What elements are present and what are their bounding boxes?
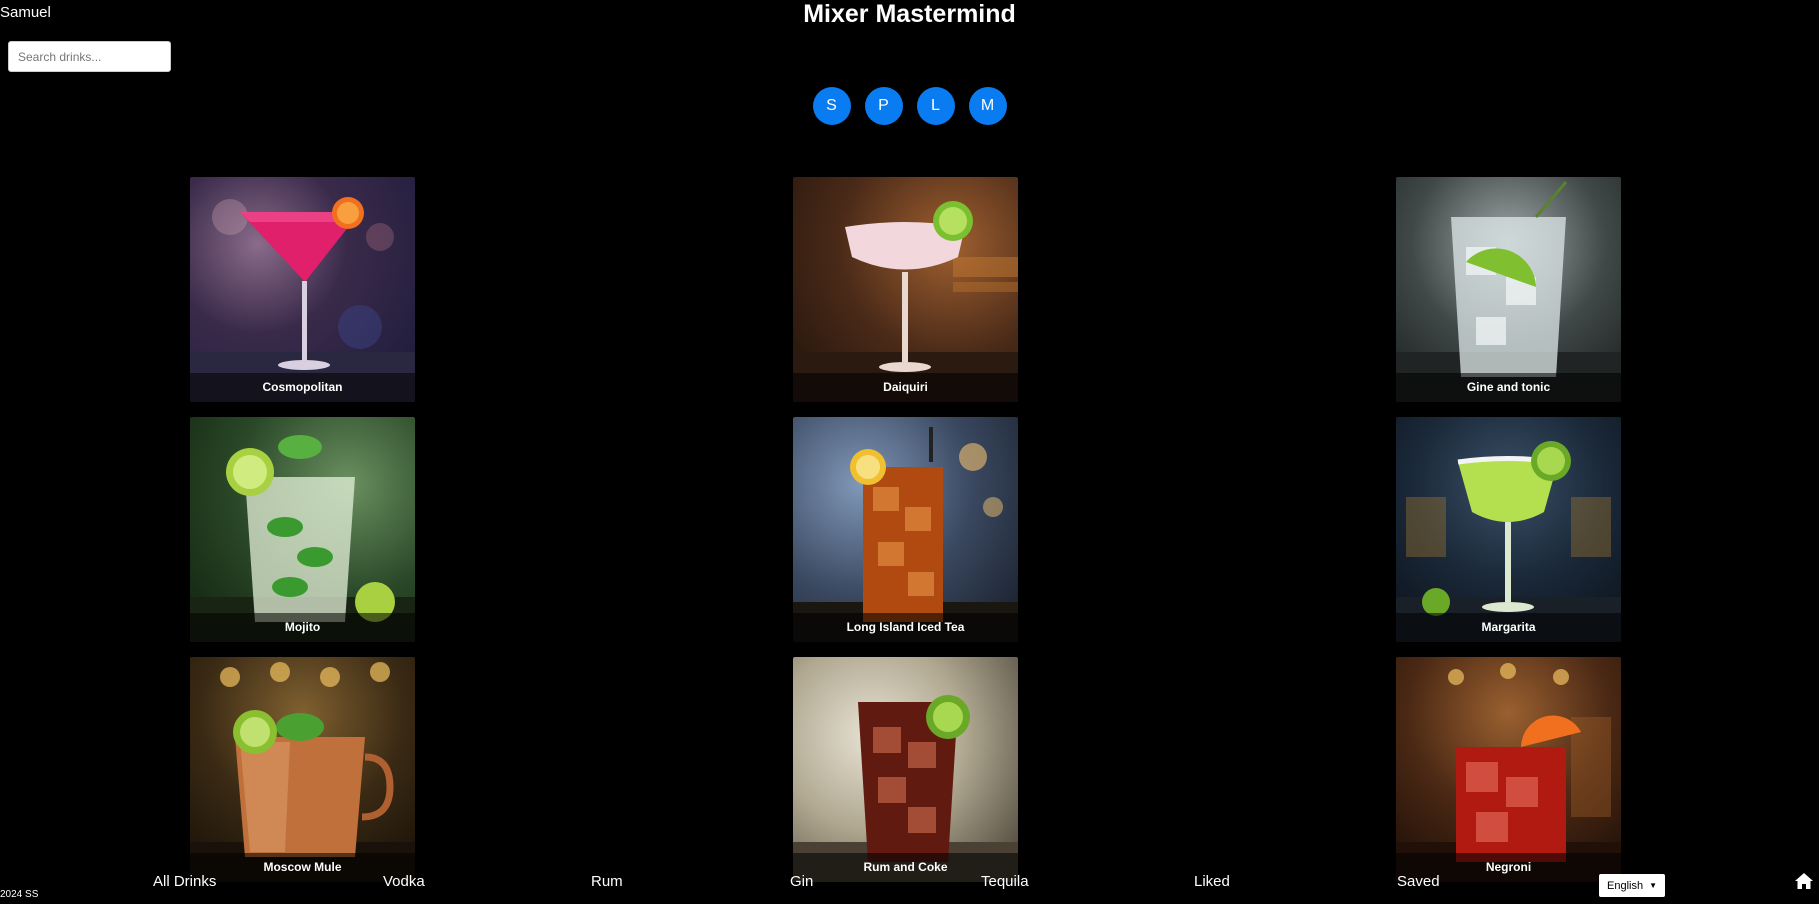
drink-card-margarita[interactable]: Margarita [1396,417,1621,642]
caret-down-icon: ▼ [1649,881,1657,890]
search-input[interactable] [8,41,171,72]
drink-name: Mojito [190,613,415,642]
drink-name: Long Island Iced Tea [793,613,1018,642]
cosmopolitan-image [190,197,415,402]
nav-saved[interactable]: Saved [1397,873,1440,890]
negroni-image [1396,663,1621,882]
drink-card-daiquiri[interactable]: Daiquiri [793,177,1018,402]
nav-tequila[interactable]: Tequila [981,873,1029,890]
letter-filter-bar: S P L M [0,87,1819,125]
drink-card-moscow-mule[interactable]: Moscow Mule [190,657,415,882]
nav-gin[interactable]: Gin [790,873,813,890]
letter-filter-s[interactable]: S [812,87,851,125]
drink-card-long-island-iced-tea[interactable]: Long Island Iced Tea [793,417,1018,642]
mojito-image [190,435,415,642]
nav-all-drinks[interactable]: All Drinks [153,873,216,890]
copyright-text: 2024 SS [0,889,39,900]
drink-card-gin-and-tonic[interactable]: Gine and tonic [1396,177,1621,402]
letter-filter-l[interactable]: L [916,87,955,125]
long-island-iced-tea-image [793,427,1018,642]
letter-filter-p[interactable]: P [864,87,903,125]
letter-filter-m[interactable]: M [968,87,1007,125]
drink-card-mojito[interactable]: Mojito [190,417,415,642]
language-select[interactable]: English ▼ [1599,874,1665,897]
drink-grid: Cosmopolitan Daiquiri Gine and tonic Moj… [0,177,1819,882]
nav-rum[interactable]: Rum [591,873,623,890]
rum-and-coke-image [793,695,1018,882]
moscow-mule-image [190,662,415,882]
home-icon[interactable] [1795,873,1813,889]
nav-liked[interactable]: Liked [1194,873,1230,890]
drink-card-negroni[interactable]: Negroni [1396,657,1621,882]
gin-and-tonic-image [1396,181,1621,402]
language-selected: English [1607,879,1644,892]
daiquiri-image [793,201,1018,402]
drink-name: Daiquiri [793,373,1018,402]
bottom-nav: All Drinks Vodka Rum Gin Tequila Liked S… [0,873,1600,893]
page-title: Mixer Mastermind [803,0,1016,28]
margarita-image [1396,441,1621,642]
nav-vodka[interactable]: Vodka [383,873,425,890]
drink-name: Gine and tonic [1396,373,1621,402]
drink-name: Margarita [1396,613,1621,642]
drink-card-cosmopolitan[interactable]: Cosmopolitan [190,177,415,402]
drink-name: Cosmopolitan [190,373,415,402]
drink-card-rum-and-coke[interactable]: Rum and Coke [793,657,1018,882]
